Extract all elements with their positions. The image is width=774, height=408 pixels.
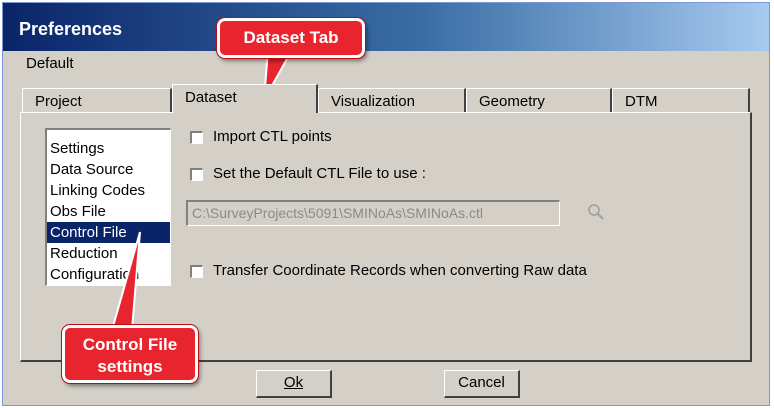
tab-geometry[interactable]: Geometry — [466, 88, 612, 112]
import-ctl-label: Import CTL points — [213, 128, 332, 145]
control-file-callout: Control File settings — [62, 325, 198, 383]
cancel-button-label: Cancel — [458, 374, 505, 391]
magnifier-icon[interactable] — [584, 200, 608, 224]
menu-bar — [3, 51, 769, 79]
ok-button[interactable]: Ok — [256, 370, 332, 398]
default-ctl-checkbox[interactable] — [190, 168, 203, 181]
cancel-button[interactable]: Cancel — [444, 370, 520, 398]
list-item-settings[interactable]: Settings — [47, 138, 170, 159]
tab-visualization[interactable]: Visualization — [318, 88, 466, 112]
list-item-configuration[interactable]: Configuration — [47, 264, 170, 285]
tab-label: Project — [35, 93, 82, 110]
tab-label: Visualization — [331, 93, 415, 110]
settings-listbox[interactable]: Settings Data Source Linking Codes Obs F… — [45, 128, 171, 286]
tab-dtm[interactable]: DTM — [612, 88, 750, 112]
menu-default-label: Default — [26, 55, 74, 72]
ctl-path-field[interactable]: C:\SurveyProjects\5091\SMINoAs\SMINoAs.c… — [186, 200, 560, 226]
list-item-linking-codes[interactable]: Linking Codes — [47, 180, 170, 201]
control-file-callout-line2: settings — [97, 357, 163, 376]
tab-label: DTM — [625, 93, 658, 110]
ok-button-label: Ok — [283, 374, 304, 391]
title-bar[interactable]: Preferences — [3, 3, 769, 51]
menu-default[interactable]: Default — [26, 55, 74, 72]
window-title: Preferences — [19, 19, 123, 39]
tab-dataset[interactable]: Dataset — [172, 84, 318, 113]
tab-label: Geometry — [479, 93, 545, 110]
tab-project[interactable]: Project — [22, 88, 172, 112]
transfer-coords-checkbox[interactable] — [190, 265, 203, 278]
list-item-data-source[interactable]: Data Source — [47, 159, 170, 180]
tab-label: Dataset — [185, 89, 237, 106]
control-file-callout-line1: Control File — [82, 335, 178, 354]
list-item-control-file[interactable]: Control File — [47, 222, 170, 243]
list-item-reduction[interactable]: Reduction — [47, 243, 170, 264]
list-item-obs-file[interactable]: Obs File — [47, 201, 170, 222]
default-ctl-label: Set the Default CTL File to use : — [213, 165, 426, 182]
import-ctl-checkbox[interactable] — [190, 131, 203, 144]
transfer-coords-label: Transfer Coordinate Records when convert… — [213, 262, 587, 279]
tab-strip: Project Dataset Visualization Geometry D… — [20, 84, 752, 113]
dataset-tab-callout: Dataset Tab — [217, 18, 365, 58]
